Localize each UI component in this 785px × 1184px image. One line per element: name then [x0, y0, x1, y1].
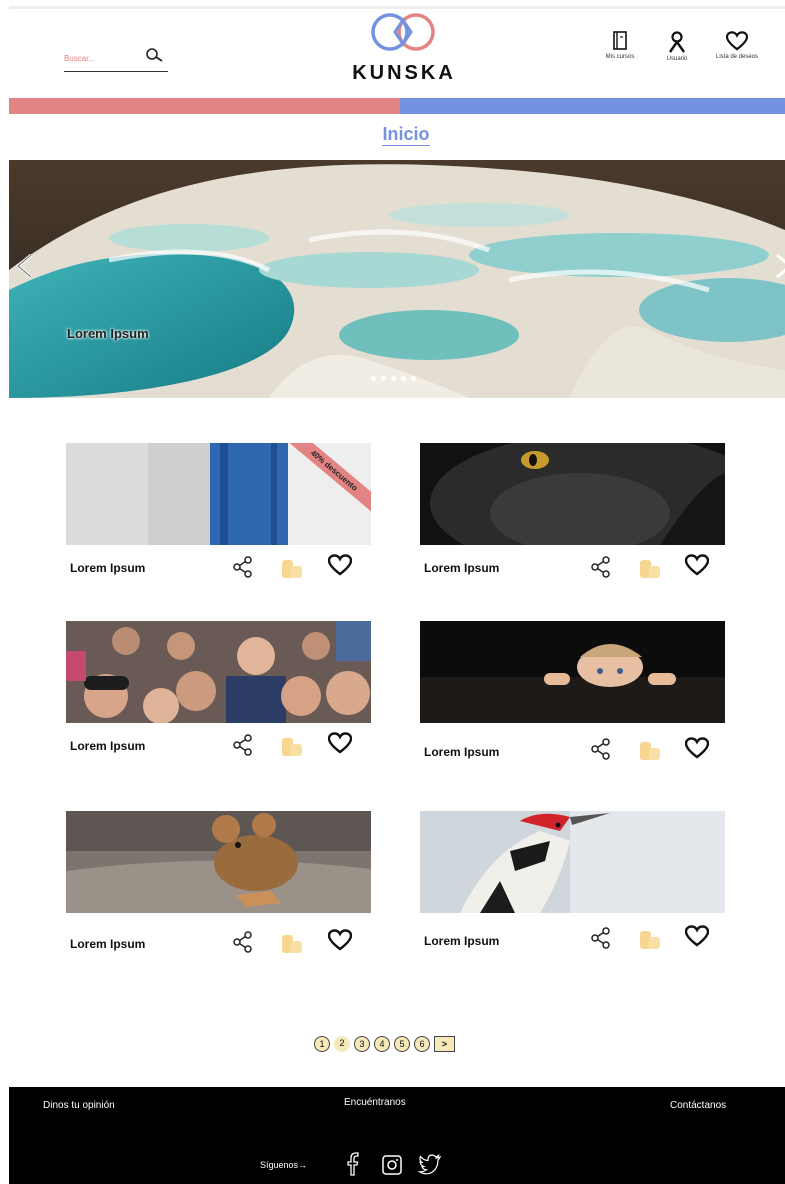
course-thumbnail[interactable]: [66, 811, 371, 913]
course-thumbnail[interactable]: [420, 621, 725, 723]
coins-icon[interactable]: [280, 931, 306, 960]
share-icon[interactable]: [590, 927, 612, 954]
brand-color-bar: [9, 98, 785, 114]
share-icon[interactable]: [232, 931, 254, 958]
heart-icon[interactable]: [327, 929, 353, 956]
nav-user-label: Usuario: [666, 56, 688, 62]
share-icon[interactable]: [232, 556, 254, 583]
nav-my-courses-label: Mis cursos: [605, 54, 635, 60]
color-bar-blue: [400, 98, 785, 114]
course-title[interactable]: Lorem Ipsum: [424, 561, 499, 575]
page-button-4[interactable]: 4: [374, 1036, 390, 1052]
coins-icon[interactable]: [638, 738, 664, 767]
page-title: Inicio: [0, 124, 785, 146]
heart-icon[interactable]: [327, 554, 353, 581]
brand-name: KUNSKA: [352, 62, 456, 84]
hero-dot[interactable]: [401, 376, 406, 381]
footer-opinion-link[interactable]: Dinos tu opinión: [43, 1100, 115, 1111]
course-card[interactable]: 40% descuento Lorem Ipsum: [66, 443, 371, 583]
nav-wishlist-label: Lista de deseos: [715, 54, 759, 60]
search-input[interactable]: [64, 48, 132, 68]
footer-contact-link[interactable]: Contáctanos: [670, 1100, 726, 1111]
chevron-right-icon: [776, 253, 785, 279]
hero-dot[interactable]: [411, 376, 416, 381]
instagram-icon[interactable]: [381, 1154, 403, 1181]
book-icon: [613, 31, 627, 50]
page-button-5[interactable]: 5: [394, 1036, 410, 1052]
nav-my-courses[interactable]: Mis cursos: [594, 31, 646, 61]
search-box: [64, 42, 168, 72]
course-card[interactable]: Lorem Ipsum: [66, 621, 371, 761]
heart-icon[interactable]: [684, 925, 710, 952]
next-page-button[interactable]: >: [434, 1036, 455, 1052]
course-title[interactable]: Lorem Ipsum: [424, 934, 499, 948]
page-title-text: Inicio: [382, 124, 430, 146]
hero-dot[interactable]: [381, 376, 386, 381]
logo-rings-icon: [371, 13, 435, 51]
course-card[interactable]: Lorem Ipsum: [420, 443, 725, 583]
facebook-icon[interactable]: [343, 1151, 363, 1182]
chevron-left-icon: [15, 253, 32, 279]
course-card[interactable]: Lorem Ipsum: [420, 811, 725, 951]
hero-dot[interactable]: [371, 376, 376, 381]
footer-follow-label: Síguenos→: [260, 1160, 308, 1170]
share-icon[interactable]: [590, 556, 612, 583]
heart-icon: [726, 31, 748, 51]
brand-logo[interactable]: KUNSKA: [339, 11, 469, 91]
coins-icon[interactable]: [638, 556, 664, 585]
page-button-2[interactable]: 2: [334, 1036, 350, 1052]
nav-user[interactable]: Usuario: [651, 31, 703, 63]
course-title[interactable]: Lorem Ipsum: [70, 739, 145, 753]
heart-icon[interactable]: [684, 554, 710, 581]
color-bar-red: [9, 98, 400, 114]
course-title[interactable]: Lorem Ipsum: [70, 937, 145, 951]
course-thumbnail[interactable]: [420, 811, 725, 913]
heart-icon[interactable]: [327, 732, 353, 759]
site-header: KUNSKA Mis cursos Usuario Lista de deseo…: [9, 9, 785, 99]
hero-dot[interactable]: [391, 376, 396, 381]
course-thumbnail[interactable]: 40% descuento: [66, 443, 371, 545]
course-title[interactable]: Lorem Ipsum: [424, 745, 499, 759]
site-footer: Dinos tu opinión Encuéntranos Contáctano…: [9, 1087, 785, 1184]
course-thumbnail[interactable]: [420, 443, 725, 545]
course-card[interactable]: Lorem Ipsum: [66, 811, 371, 953]
hero-caption: Lorem Ipsum: [67, 326, 149, 341]
coins-icon[interactable]: [280, 556, 306, 585]
heart-icon[interactable]: [684, 737, 710, 764]
footer-find-us-link[interactable]: Encuéntranos: [344, 1097, 406, 1108]
search-icon[interactable]: [144, 46, 166, 66]
coins-icon[interactable]: [638, 927, 664, 956]
page-button-3[interactable]: 3: [354, 1036, 370, 1052]
hero-prev-button[interactable]: [13, 252, 37, 280]
user-icon: [669, 31, 685, 53]
hero-carousel[interactable]: Lorem Ipsum: [9, 160, 785, 398]
coins-icon[interactable]: [280, 734, 306, 763]
page-button-6[interactable]: 6: [414, 1036, 430, 1052]
page-button-1[interactable]: 1: [314, 1036, 330, 1052]
course-title[interactable]: Lorem Ipsum: [70, 561, 145, 575]
course-card[interactable]: Lorem Ipsum: [420, 621, 725, 761]
share-icon[interactable]: [590, 738, 612, 765]
pagination: 1 2 3 4 5 6 >: [314, 1036, 455, 1052]
twitter-icon[interactable]: [417, 1153, 442, 1180]
course-thumbnail[interactable]: [66, 621, 371, 723]
hero-pagination-dots: [371, 376, 416, 381]
hero-image: [9, 160, 785, 398]
share-icon[interactable]: [232, 734, 254, 761]
nav-wishlist[interactable]: Lista de deseos: [711, 31, 763, 61]
hero-next-button[interactable]: [771, 252, 785, 280]
